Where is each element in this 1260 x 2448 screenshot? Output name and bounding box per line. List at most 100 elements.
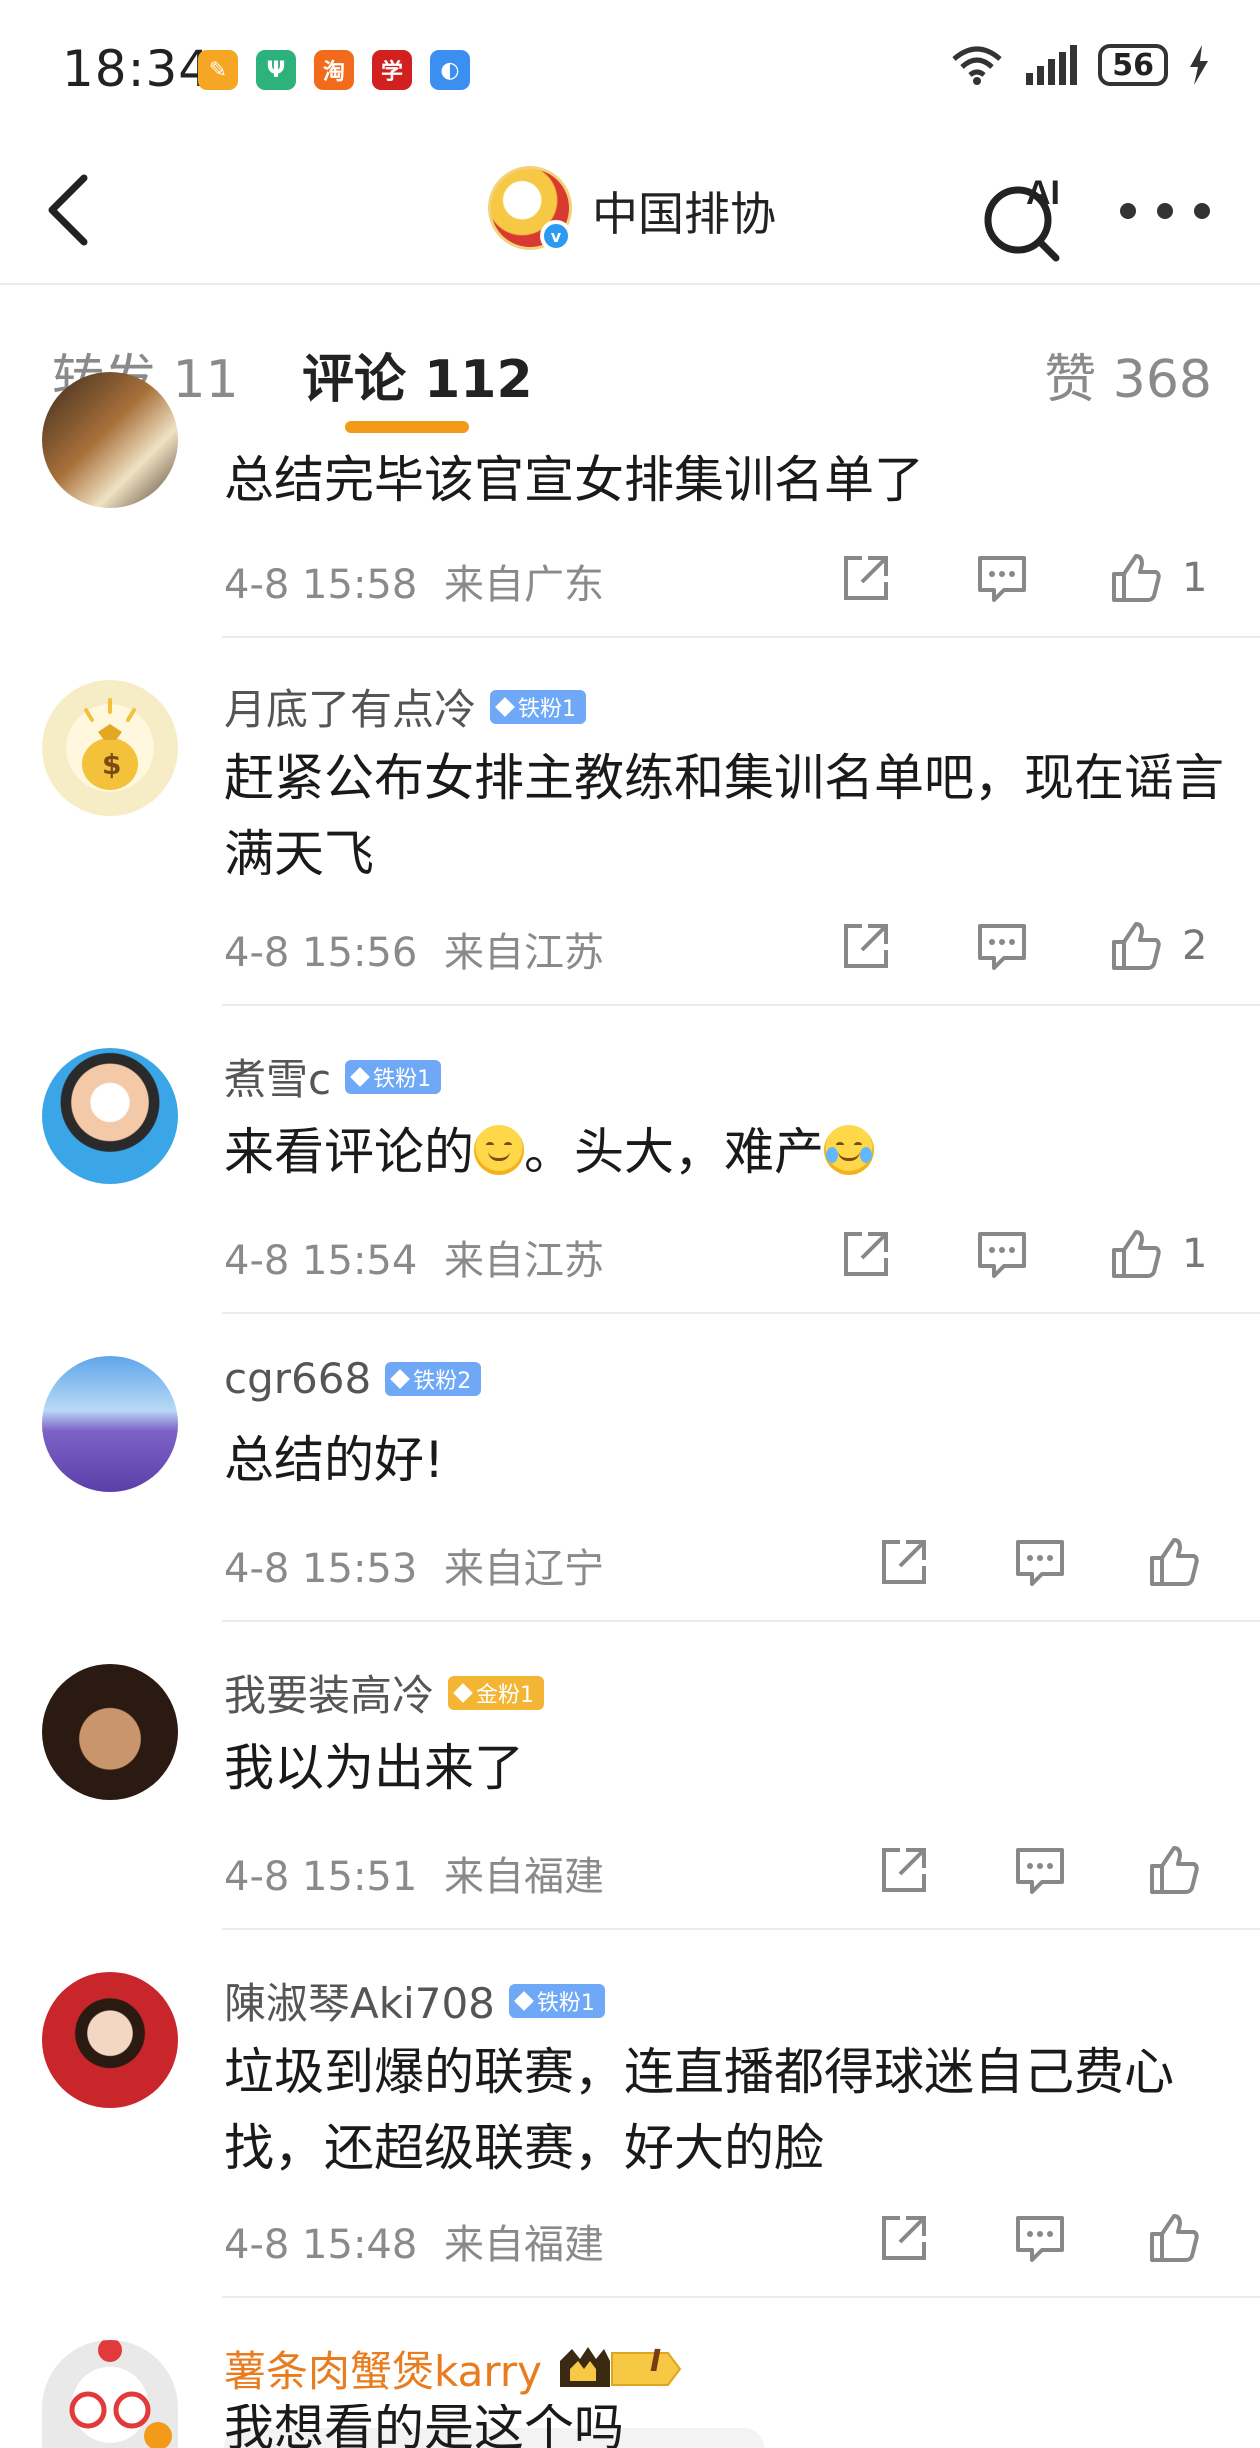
comment-location: 来自辽宁 — [444, 1546, 605, 1592]
taobao-app-icon: 淘 — [314, 50, 354, 90]
ecology-app-icon: Ψ — [256, 50, 296, 90]
avatar[interactable] — [42, 1356, 178, 1492]
comment-meta: 4-8 15:54 来自江苏 — [224, 1228, 604, 1286]
like-icon[interactable] — [1146, 1842, 1202, 1898]
comment-meta: 4-8 15:48 来自福建 — [224, 2212, 604, 2270]
comment-text: 来看评论的 。头大，难产 — [224, 1114, 1224, 1190]
fan-badge-label: 铁粉1 — [518, 696, 577, 722]
comment-user: 煮雪c 铁粉1 — [224, 1046, 442, 1107]
money-bag-icon: $ — [82, 698, 138, 790]
comment-text: 我以为出来了 — [224, 1739, 524, 1797]
reply-icon[interactable] — [974, 1226, 1030, 1282]
status-indicators: 56 — [950, 44, 1210, 86]
wifi-icon — [952, 46, 1002, 85]
username[interactable]: 月底了有点冷 — [224, 676, 476, 737]
comment-user: cgr668 铁粉2 — [224, 1354, 482, 1403]
notes-app-icon: ✎ — [198, 50, 238, 90]
comment-location: 来自广东 — [444, 562, 605, 608]
battery-indicator: 56 — [1098, 44, 1168, 86]
comment-location: 来自江苏 — [444, 1238, 605, 1284]
comment-divider — [222, 1620, 1260, 1622]
avatar[interactable] — [42, 1972, 178, 2108]
browser-app-icon: ◐ — [430, 50, 470, 90]
comment-text: 赶紧公布女排主教练和集训名单吧，现在谣言满天飞 — [224, 749, 1224, 883]
username[interactable]: 陳淑琴Aki708 — [224, 1970, 495, 2031]
like-icon[interactable] — [1146, 2210, 1202, 2266]
svg-text:AI: AI — [1026, 174, 1060, 212]
comment-time: 4-8 15:51 — [224, 1854, 418, 1900]
comment-actions — [876, 2210, 1202, 2266]
like-icon[interactable] — [1108, 1226, 1164, 1282]
comment-divider — [222, 1312, 1260, 1314]
diamond-icon — [390, 1368, 411, 1389]
more-dot-icon — [1157, 203, 1173, 219]
diamond-icon — [495, 696, 515, 717]
username[interactable]: 我要装高冷 — [224, 1662, 434, 1723]
share-icon[interactable] — [876, 2210, 932, 2266]
comment-location: 来自福建 — [444, 2222, 605, 2268]
comment-time: 4-8 15:54 — [224, 1238, 418, 1284]
laugh-cry-emoji-icon — [824, 1125, 874, 1175]
status-bar: 18:34 ✎ Ψ 淘 学 ◐ 56 — [0, 0, 1260, 140]
reply-icon[interactable] — [1012, 1842, 1068, 1898]
avatar[interactable]: $ — [42, 680, 178, 816]
comment-divider — [222, 2296, 1260, 2298]
avatar[interactable] — [42, 2340, 178, 2448]
like-count: 1 — [1182, 555, 1208, 601]
reply-icon[interactable] — [974, 550, 1030, 606]
share-icon[interactable] — [838, 550, 894, 606]
username[interactable]: 煮雪c — [224, 1046, 331, 1107]
comment-text: 我想看的是这个吗 — [224, 2404, 1224, 2448]
reply-icon[interactable] — [1012, 2210, 1068, 2266]
comment-location: 来自福建 — [444, 1854, 605, 1900]
share-icon[interactable] — [876, 1842, 932, 1898]
gem-icon — [453, 1682, 473, 1703]
comment-time: 4-8 15:58 — [224, 562, 418, 608]
username[interactable]: 薯条肉蟹煲karry — [224, 2338, 542, 2399]
comment-time: 4-8 15:56 — [224, 930, 418, 976]
signal-icon — [1026, 45, 1078, 85]
avatar[interactable] — [42, 1664, 178, 1800]
share-icon[interactable] — [838, 918, 894, 974]
comment-actions: 1 — [838, 1226, 1207, 1282]
ai-search-button[interactable]: AI — [976, 164, 1076, 264]
nav-header: v 中国排协 AI — [0, 140, 1260, 285]
comment-actions — [876, 1842, 1202, 1898]
status-time: 18:34 — [62, 40, 212, 98]
fan-badge: 铁粉1 — [508, 1983, 605, 2018]
fan-badge: 铁粉1 — [490, 689, 587, 724]
comment-text-part: 。头大，难产 — [524, 1123, 824, 1181]
avatar[interactable] — [42, 1048, 178, 1184]
charging-icon — [1190, 45, 1208, 85]
like-count: 2 — [1182, 923, 1208, 969]
comment-actions: 2 — [838, 918, 1207, 974]
comment-location: 来自江苏 — [444, 930, 605, 976]
more-dot-icon — [1194, 203, 1210, 219]
vip-crown-badge-icon — [559, 2346, 682, 2387]
more-options-button[interactable] — [1120, 186, 1210, 236]
username[interactable]: cgr668 — [224, 1354, 371, 1403]
diamond-icon — [350, 1066, 370, 1087]
status-app-icons: ✎ Ψ 淘 学 ◐ — [198, 50, 470, 90]
reply-icon[interactable] — [974, 918, 1030, 974]
comment-meta: 4-8 15:53 来自辽宁 — [224, 1536, 604, 1594]
like-icon[interactable] — [1108, 918, 1164, 974]
svg-text:$: $ — [102, 748, 121, 781]
comment-actions — [876, 1534, 1202, 1590]
comment-meta: 4-8 15:58 来自广东 — [224, 552, 604, 610]
fan-badge: 金粉1 — [448, 1675, 545, 1710]
comment-text: 总结完毕该官宣女排集训名单了 — [224, 451, 924, 509]
smile-emoji-icon — [474, 1125, 524, 1175]
reply-icon[interactable] — [1012, 1534, 1068, 1590]
like-icon[interactable] — [1108, 550, 1164, 606]
page-title[interactable]: 中国排协 — [592, 178, 776, 244]
comment-meta: 4-8 15:56 来自江苏 — [224, 920, 604, 978]
share-icon[interactable] — [838, 1226, 894, 1282]
back-button[interactable] — [40, 170, 100, 250]
like-count: 1 — [1182, 1231, 1208, 1277]
fan-badge-label: 铁粉1 — [536, 1990, 595, 2016]
like-icon[interactable] — [1146, 1534, 1202, 1590]
comment-text: 总结的好! — [224, 1431, 445, 1489]
share-icon[interactable] — [876, 1534, 932, 1590]
vip-level: I — [650, 2344, 662, 2379]
